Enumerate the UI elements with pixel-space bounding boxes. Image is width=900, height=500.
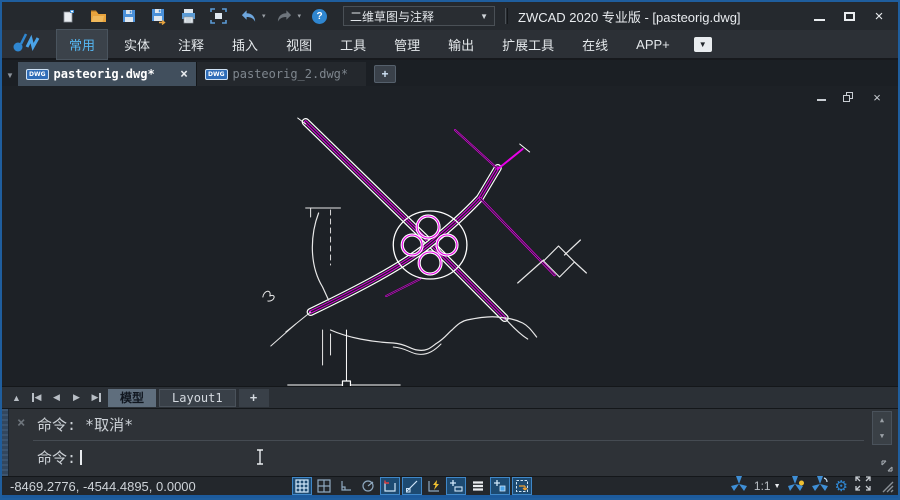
fullscreen-icon[interactable] — [855, 476, 871, 496]
dynamic-input-toggle-icon[interactable] — [424, 477, 444, 495]
command-history-line: 命令: *取消* — [37, 414, 133, 435]
command-prompt[interactable]: 命令: — [37, 447, 82, 468]
ribbon-collapse-icon[interactable]: ▼ — [694, 37, 712, 52]
cad-drawing-interchange — [2, 86, 898, 386]
ibeam-mouse-cursor — [255, 449, 265, 469]
crosshair-cursor — [288, 330, 400, 386]
window-title: ZWCAD 2020 专业版 - [pasteorig.dwg] — [518, 7, 741, 26]
ribbon-tab-app[interactable]: APP+ — [624, 32, 682, 57]
window-resize-grip[interactable] — [880, 479, 894, 493]
ribbon-tab-annotate[interactable]: 注释 — [166, 30, 216, 59]
dwg-file-icon: DWG — [26, 69, 49, 80]
command-close-icon[interactable]: × — [17, 415, 25, 431]
doc-tab-close-icon[interactable]: × — [180, 67, 188, 82]
doc-minimize-icon[interactable] — [814, 91, 828, 103]
text-caret — [80, 450, 82, 465]
scale-value: 1:1 — [754, 479, 771, 493]
layout-tab-bar: ▲ ◀ ◀ ▶ ▶ 模型 Layout1 + — [2, 386, 898, 408]
command-scrollbar[interactable]: ▲ ▼ — [872, 411, 892, 445]
ribbon-tab-solid[interactable]: 实体 — [112, 30, 162, 59]
redo-icon[interactable] — [276, 8, 293, 25]
workspace-label: 二维草图与注释 — [350, 8, 480, 25]
plot-icon[interactable] — [180, 8, 197, 25]
plot-preview-icon[interactable] — [210, 8, 227, 25]
redo-dropdown-icon[interactable]: ▾ — [298, 12, 302, 20]
annotation-scale-icon[interactable] — [731, 476, 747, 496]
layout-menu-up-icon[interactable]: ▲ — [8, 390, 25, 406]
ribbon-tab-view[interactable]: 视图 — [274, 30, 324, 59]
help-icon[interactable]: ? — [311, 8, 328, 25]
command-dock-handle[interactable] — [2, 409, 9, 476]
snap-mode-toggle-icon[interactable] — [314, 477, 334, 495]
ribbon-tab-bar: 常用 实体 注释 插入 视图 工具 管理 输出 扩展工具 在线 APP+ ▼ — [2, 30, 898, 60]
object-snap-toggle-icon[interactable] — [380, 477, 400, 495]
annotation-scale-sync-toggle-icon[interactable] — [512, 477, 532, 495]
ribbon-tab-insert[interactable]: 插入 — [220, 30, 270, 59]
toolbar-separator — [505, 8, 506, 24]
doc-tab-label: pasteorig.dwg* — [54, 67, 155, 81]
next-layout-icon[interactable]: ▶ — [68, 390, 85, 406]
new-file-icon[interactable] — [60, 8, 77, 25]
save-icon[interactable] — [120, 8, 137, 25]
settings-gear-icon[interactable]: ⚙ — [835, 479, 848, 494]
polar-tracking-toggle-icon[interactable] — [358, 477, 378, 495]
ribbon-tab-tools[interactable]: 工具 — [328, 30, 378, 59]
object-snap-tracking-toggle-icon[interactable] — [402, 477, 422, 495]
grid-display-toggle-icon[interactable] — [292, 477, 312, 495]
save-as-icon[interactable] — [150, 8, 167, 25]
last-layout-icon[interactable]: ▶ — [88, 390, 105, 406]
doc-tab-pasteorig-2[interactable]: DWG pasteorig_2.dwg* — [196, 62, 366, 86]
command-divider — [33, 440, 864, 441]
zwcad-window: ▾ ▾ ? 二维草图与注释 ▼ ZWCAD 2020 专业版 - [pasteo… — [0, 0, 900, 500]
ortho-mode-toggle-icon[interactable] — [336, 477, 356, 495]
annotation-scale-selector[interactable]: 1:1 ▼ — [754, 479, 781, 493]
ribbon-tab-home[interactable]: 常用 — [56, 29, 108, 60]
ribbon-tab-express[interactable]: 扩展工具 — [490, 30, 566, 59]
model-space-canvas[interactable]: × — [2, 86, 898, 386]
undo-icon[interactable] — [240, 8, 257, 25]
workspace-dropdown-icon: ▼ — [480, 12, 488, 21]
zwcad-logo-icon[interactable] — [2, 29, 54, 59]
scroll-down-icon: ▼ — [873, 428, 891, 444]
open-folder-icon[interactable] — [90, 8, 107, 25]
status-bar: -8469.2776, -4544.4895, 0.0000 — [2, 476, 898, 498]
ribbon-tab-manage[interactable]: 管理 — [382, 30, 432, 59]
new-doc-tab-button[interactable]: + — [374, 65, 396, 83]
doc-tab-label: pasteorig_2.dwg* — [233, 67, 349, 81]
scroll-up-icon: ▲ — [873, 412, 891, 428]
doc-tab-pasteorig[interactable]: DWG pasteorig.dwg* × — [18, 62, 196, 86]
lineweight-display-toggle-icon[interactable] — [468, 477, 488, 495]
prev-layout-icon[interactable]: ◀ — [48, 390, 65, 406]
annotation-auto-scale-toggle-icon[interactable] — [490, 477, 510, 495]
coordinate-readout: -8469.2776, -4544.4895, 0.0000 — [10, 479, 292, 494]
annotation-visibility-icon[interactable] — [788, 476, 805, 496]
dwg-file-icon: DWG — [205, 69, 228, 80]
doc-restore-icon[interactable] — [842, 91, 856, 103]
minimize-button[interactable] — [810, 8, 828, 24]
tab-layout1[interactable]: Layout1 — [159, 389, 236, 407]
scale-dropdown-icon: ▼ — [774, 483, 781, 490]
doc-close-icon[interactable]: × — [870, 91, 884, 103]
document-tab-bar: ▼ DWG pasteorig.dwg* × DWG pasteorig_2.d… — [2, 60, 898, 86]
workspace-selector[interactable]: 二维草图与注释 ▼ — [343, 6, 495, 26]
command-resize-grip[interactable] — [880, 459, 894, 473]
maximize-button[interactable] — [840, 8, 858, 24]
close-button[interactable]: × — [870, 8, 888, 24]
lineweight-toggle-icon[interactable] — [446, 477, 466, 495]
doc-tab-list-icon[interactable]: ▼ — [2, 64, 18, 86]
command-window[interactable]: × 命令: *取消* 命令: ▲ ▼ — [2, 408, 898, 476]
new-layout-button[interactable]: + — [239, 389, 269, 407]
ribbon-tab-output[interactable]: 输出 — [436, 30, 486, 59]
first-layout-icon[interactable]: ◀ — [28, 390, 45, 406]
title-bar: ▾ ▾ ? 二维草图与注释 ▼ ZWCAD 2020 专业版 - [pasteo… — [2, 2, 898, 30]
tab-model[interactable]: 模型 — [108, 389, 156, 407]
ribbon-tab-online[interactable]: 在线 — [570, 30, 620, 59]
annotation-autoscale-icon[interactable] — [812, 476, 828, 496]
undo-dropdown-icon[interactable]: ▾ — [262, 12, 266, 20]
